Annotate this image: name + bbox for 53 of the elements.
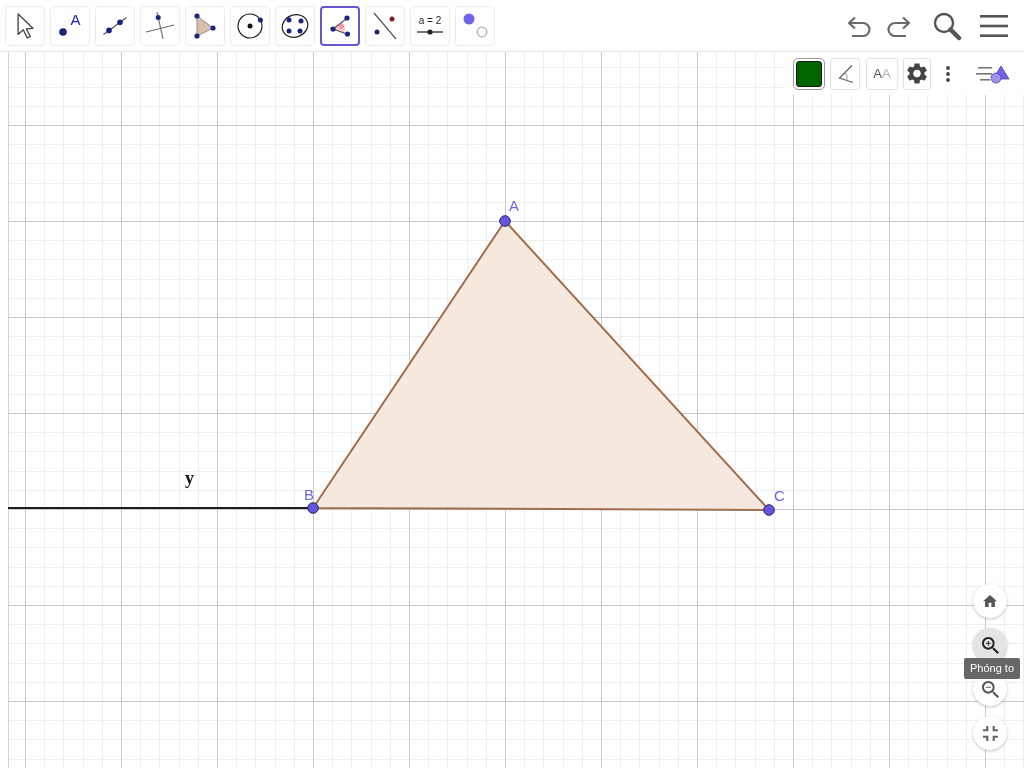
cursor-icon bbox=[16, 12, 34, 39]
menu-icon bbox=[980, 14, 1008, 37]
perpendicular-tool-button[interactable] bbox=[140, 5, 180, 46]
lines-and-shapes-icon bbox=[976, 63, 1010, 84]
angle-icon bbox=[329, 14, 351, 37]
reflect-tool-button[interactable] bbox=[365, 5, 405, 46]
polygon-tool-button[interactable] bbox=[185, 5, 225, 46]
tooltip: Phóng to bbox=[964, 658, 1021, 679]
point-icon bbox=[59, 27, 68, 36]
collapse-icon bbox=[982, 725, 998, 741]
show-hide-tool-button[interactable] bbox=[455, 5, 495, 46]
point bbox=[499, 215, 511, 227]
home-icon bbox=[983, 595, 997, 607]
more-button[interactable] bbox=[946, 65, 950, 82]
home-button[interactable] bbox=[973, 584, 1007, 618]
slider-tool-button[interactable]: a = 2 bbox=[410, 5, 450, 46]
fullscreen-button[interactable] bbox=[973, 716, 1007, 750]
angle-icon bbox=[836, 63, 854, 84]
point-tool-button[interactable]: A bbox=[50, 5, 90, 46]
style-bar-toggle-button[interactable] bbox=[976, 63, 1010, 84]
text-size-button[interactable]: AA bbox=[866, 57, 898, 90]
circle-icon bbox=[237, 12, 263, 39]
undo-button[interactable] bbox=[846, 14, 874, 37]
line-and-points-icon bbox=[373, 11, 397, 40]
line-tool-button[interactable] bbox=[95, 5, 135, 46]
circles-icon bbox=[462, 13, 488, 38]
angle-style-button[interactable] bbox=[830, 57, 860, 90]
zoom-in-icon bbox=[981, 636, 999, 654]
settings-icon bbox=[907, 63, 927, 84]
line-icon bbox=[103, 16, 127, 35]
point-label: A bbox=[509, 197, 519, 214]
settings-button[interactable] bbox=[903, 57, 931, 90]
move-tool-button[interactable] bbox=[5, 5, 45, 46]
point-label: C bbox=[774, 487, 785, 504]
circle-tool-button[interactable] bbox=[230, 5, 270, 46]
point bbox=[763, 504, 775, 516]
angle-tool-button[interactable] bbox=[320, 5, 360, 46]
triangle-icon bbox=[194, 12, 216, 39]
point bbox=[307, 502, 319, 514]
undo-icon bbox=[846, 14, 874, 37]
slider-icon bbox=[417, 29, 443, 35]
menu-button[interactable] bbox=[980, 14, 1008, 37]
conic-tool-button[interactable] bbox=[275, 5, 315, 46]
more-vertical-icon bbox=[946, 65, 950, 82]
ellipse-icon bbox=[281, 12, 309, 39]
search-icon bbox=[932, 10, 962, 41]
point-label: B bbox=[304, 486, 314, 503]
redo-button[interactable] bbox=[884, 14, 912, 37]
perpendicular-lines-icon bbox=[146, 12, 174, 39]
search-button[interactable] bbox=[932, 10, 962, 41]
redo-icon bbox=[884, 14, 912, 37]
zoom-out-icon bbox=[981, 680, 999, 698]
line-label: y bbox=[185, 468, 194, 488]
